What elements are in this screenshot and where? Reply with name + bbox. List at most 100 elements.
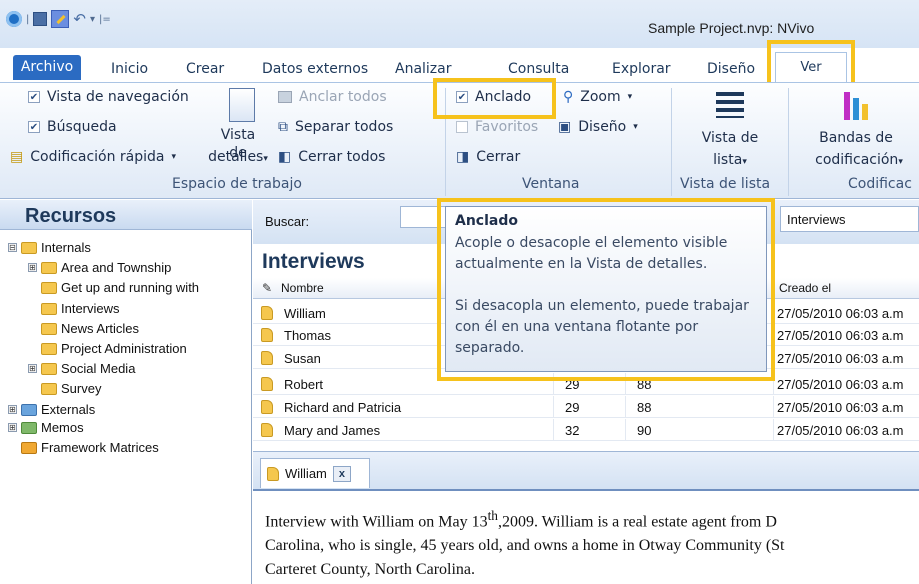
nvivo-logo-icon[interactable] [6, 11, 22, 27]
navigation-panel [0, 200, 252, 584]
row-name: Thomas [284, 328, 331, 343]
folder-icon [41, 342, 57, 355]
codificacion-rapida-button[interactable]: ▤ Codificación rápida ▾ [10, 149, 176, 165]
vista-navegacion-checkbox[interactable]: ✔ Vista de navegación [28, 89, 189, 105]
anchor-all-icon [278, 91, 292, 103]
tree-item-externals[interactable]: ⊞ Externals [8, 402, 95, 417]
coding-bar-icon: ▤ [10, 149, 24, 165]
dropdown-arrow-icon: ▾ [171, 152, 177, 162]
document-icon [267, 466, 279, 481]
collapse-icon[interactable]: ⊟ [8, 243, 17, 252]
detail-tab-william[interactable]: William x [260, 458, 370, 488]
sort-icon: ✎ [262, 281, 273, 295]
anclado-highlight [433, 78, 556, 119]
tree-item-get-up-running[interactable]: Get up and running with [41, 280, 199, 295]
row-name: Susan [284, 351, 321, 366]
folder-icon [41, 322, 57, 335]
group-label-vista-lista: Vista de lista [680, 176, 771, 192]
memos-folder-icon [21, 421, 37, 434]
folder-icon [41, 281, 57, 294]
undo-icon[interactable]: ↶ [73, 10, 86, 28]
tab-diseno[interactable]: Diseño [707, 57, 755, 81]
busqueda-checkbox[interactable]: ✔ Búsqueda [28, 119, 117, 135]
row-name: Mary and James [284, 423, 381, 438]
tree-item-memos[interactable]: ⊞ Memos [8, 420, 84, 435]
folder-icon [41, 302, 57, 315]
tree-item-framework-matrices[interactable]: Framework Matrices [21, 440, 159, 455]
expand-icon[interactable]: ⊞ [28, 263, 37, 272]
close-all-icon: ◧ [278, 149, 292, 165]
document-icon [261, 377, 273, 391]
check-icon: ✔ [28, 121, 40, 133]
tab-crear[interactable]: Crear [186, 57, 224, 81]
favoritos-checkbox[interactable]: Favoritos [456, 119, 538, 135]
ver-tab-highlight [767, 40, 855, 88]
row-created: 27/05/2010 06:03 a.m [777, 328, 904, 343]
dropdown-arrow-icon: ▾ [627, 92, 633, 102]
column-nombre[interactable]: Nombre [281, 281, 324, 295]
diseno-button[interactable]: ▣ Diseño ▾ [558, 119, 638, 135]
separate-all-icon: ⧉ [278, 119, 288, 135]
quick-access-toolbar: | ↶ ▾ |= [6, 8, 111, 30]
internals-folder-icon [21, 241, 37, 254]
tooltip-highlight [437, 198, 775, 381]
row-created: 27/05/2010 06:03 a.m [777, 400, 904, 415]
expand-icon[interactable]: ⊞ [8, 405, 17, 414]
document-icon [261, 400, 273, 414]
check-icon: ✔ [28, 91, 40, 103]
table-row[interactable]: Richard and Patricia 29 88 27/05/2010 06:03… [253, 396, 919, 418]
window-title: Sample Project.nvp: NVivo [648, 20, 815, 36]
externals-folder-icon [21, 403, 37, 416]
cerrar-todos-button[interactable]: ◧ Cerrar todos [278, 149, 385, 165]
tab-datos-externos[interactable]: Datos externos [262, 57, 368, 81]
zoom-icon: ⚲ [563, 89, 574, 105]
tree-item-internals[interactable]: ⊟ Internals [8, 240, 91, 255]
undo-dropdown-icon[interactable]: ▾ [90, 14, 95, 25]
row-references: 88 [637, 400, 652, 415]
tree-item-survey[interactable]: Survey [41, 381, 101, 396]
column-creado-el[interactable]: Creado el [779, 281, 831, 295]
framework-matrices-icon [21, 441, 37, 454]
search-scope-select[interactable]: Interviews [780, 206, 919, 232]
bandas-codificacion-button[interactable] [806, 88, 906, 128]
row-name: Robert [284, 377, 324, 392]
edit-icon[interactable] [51, 10, 70, 28]
row-nodes: 29 [565, 400, 580, 415]
search-label: Buscar: [265, 214, 310, 229]
expand-icon[interactable]: ⊞ [28, 364, 37, 373]
tree-item-social-media[interactable]: ⊞ Social Media [28, 361, 135, 376]
coding-stripes-icon [841, 90, 871, 120]
folder-icon [41, 382, 57, 395]
tree-item-area-township[interactable]: ⊞ Area and Township [28, 260, 171, 275]
anclar-todos-button[interactable]: Anclar todos [278, 89, 387, 105]
row-created: 27/05/2010 06:03 a.m [777, 351, 904, 366]
cerrar-button[interactable]: ◨ Cerrar [456, 149, 520, 165]
document-content[interactable]: Interview with William on May 13th,2009.… [265, 504, 919, 582]
group-label-codificacion: Codificac [848, 176, 912, 192]
vista-detalles-button[interactable] [218, 88, 266, 126]
row-created: 27/05/2010 06:03 a.m [777, 423, 904, 438]
vista-lista-button[interactable] [690, 88, 770, 128]
zoom-button[interactable]: ⚲ Zoom ▾ [563, 89, 632, 105]
close-icon[interactable]: x [332, 465, 351, 482]
list-title: Interviews [262, 250, 365, 273]
document-icon [261, 423, 273, 437]
tab-archivo[interactable]: Archivo [13, 55, 81, 80]
table-row[interactable]: Mary and James 32 90 27/05/2010 06:03 a.m [253, 419, 919, 441]
expand-icon[interactable]: ⊞ [8, 423, 17, 432]
save-icon[interactable] [33, 12, 48, 26]
separar-todos-button[interactable]: ⧉ Separar todos [278, 119, 393, 135]
dropdown-arrow-icon: ▾ [633, 122, 638, 132]
tree-item-project-administration[interactable]: Project Administration [41, 341, 187, 356]
tree-item-interviews[interactable]: Interviews [41, 301, 120, 316]
group-label-ventana: Ventana [522, 176, 580, 192]
vista-detalles-dropdown[interactable]: detalles▾ [207, 148, 269, 168]
customize-toolbar-icon[interactable]: |= [99, 14, 111, 25]
list-view-icon [716, 92, 744, 118]
tree-item-news-articles[interactable]: News Articles [41, 321, 139, 336]
row-created: 27/05/2010 06:03 a.m [777, 377, 904, 392]
folder-icon [41, 362, 57, 375]
tab-explorar[interactable]: Explorar [612, 57, 671, 81]
detail-view-icon [229, 88, 255, 122]
tab-inicio[interactable]: Inicio [111, 57, 148, 81]
